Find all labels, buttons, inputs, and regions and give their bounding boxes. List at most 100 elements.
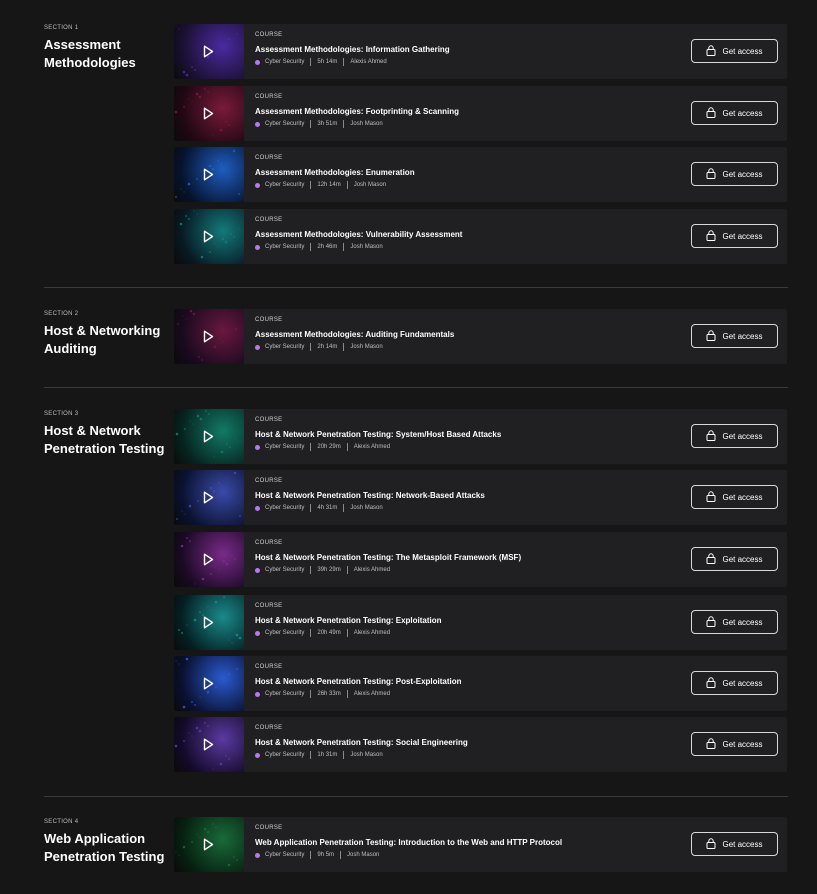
lock-icon	[706, 737, 716, 751]
get-access-button[interactable]: Get access	[691, 162, 778, 186]
course-category: Cyber Security	[265, 444, 305, 450]
meta-separator	[310, 751, 312, 759]
course-thumbnail[interactable]	[174, 595, 244, 650]
course-thumbnail[interactable]	[174, 717, 244, 772]
course-card[interactable]: COURSE Assessment Methodologies: Vulnerab…	[174, 209, 787, 264]
course-card[interactable]: COURSE Host & Network Penetration Testing…	[174, 717, 787, 772]
meta-separator	[310, 443, 312, 451]
course-thumbnail[interactable]	[174, 147, 244, 202]
course-type-label: COURSE	[255, 417, 283, 423]
lock-icon	[706, 490, 716, 504]
course-title[interactable]: Host & Network Penetration Testing: Post…	[255, 677, 667, 686]
course-duration: 20h 49m	[317, 630, 341, 636]
get-access-label: Get access	[722, 492, 763, 502]
course-title[interactable]: Assessment Methodologies: Auditing Funda…	[255, 330, 667, 339]
course-category: Cyber Security	[265, 630, 305, 636]
course-author: Josh Mason	[353, 182, 387, 188]
section-title: Host & Network Penetration Testing	[44, 423, 165, 456]
get-access-button[interactable]: Get access	[691, 324, 778, 348]
lock-icon	[706, 837, 716, 851]
get-access-button[interactable]: Get access	[691, 610, 778, 634]
get-access-button[interactable]: Get access	[691, 832, 778, 856]
get-access-button[interactable]: Get access	[691, 224, 778, 248]
course-thumbnail[interactable]	[174, 656, 244, 711]
course-info: COURSE Host & Network Penetration Testing…	[255, 540, 667, 574]
course-card[interactable]: COURSE Assessment Methodologies: Enumerat…	[174, 147, 787, 202]
course-category: Cyber Security	[265, 852, 305, 858]
play-icon[interactable]	[203, 738, 214, 756]
course-title[interactable]: Web Application Penetration Testing: Int…	[255, 838, 667, 847]
course-title[interactable]: Host & Network Penetration Testing: Expl…	[255, 616, 667, 625]
course-type-label: COURSE	[255, 603, 283, 609]
get-access-label: Get access	[722, 431, 763, 441]
course-type-label: COURSE	[255, 664, 283, 670]
play-icon[interactable]	[203, 616, 214, 634]
get-access-label: Get access	[722, 231, 763, 241]
play-icon[interactable]	[203, 553, 214, 571]
play-icon[interactable]	[203, 168, 214, 186]
course-title[interactable]: Assessment Methodologies: Vulnerability …	[255, 230, 667, 239]
course-thumbnail[interactable]	[174, 817, 244, 872]
course-info: COURSE Host & Network Penetration Testing…	[255, 417, 667, 451]
course-thumbnail[interactable]	[174, 24, 244, 79]
category-dot-icon	[255, 182, 260, 188]
course-author: Josh Mason	[350, 244, 383, 250]
course-title[interactable]: Assessment Methodologies: Information Ga…	[255, 45, 667, 54]
course-meta: Cyber Security 20h 49m Alexis Ahmed	[255, 629, 667, 637]
get-access-button[interactable]: Get access	[691, 732, 778, 756]
get-access-button[interactable]: Get access	[691, 547, 778, 571]
play-icon[interactable]	[203, 491, 214, 509]
course-thumbnail[interactable]	[174, 209, 244, 264]
course-title[interactable]: Assessment Methodologies: Footprinting &…	[255, 107, 667, 116]
course-title[interactable]: Host & Network Penetration Testing: The …	[255, 553, 667, 562]
category-dot-icon	[255, 344, 260, 350]
course-card[interactable]: COURSE Assessment Methodologies: Informat…	[174, 24, 787, 79]
play-icon[interactable]	[203, 677, 214, 695]
course-meta: Cyber Security 2h 46m Josh Mason	[255, 243, 667, 251]
get-access-button[interactable]: Get access	[691, 101, 778, 125]
course-duration: 3h 51m	[317, 121, 338, 127]
play-icon[interactable]	[203, 330, 214, 348]
get-access-button[interactable]: Get access	[691, 39, 778, 63]
course-card[interactable]: COURSE Host & Network Penetration Testing…	[174, 532, 787, 587]
course-thumbnail[interactable]	[174, 532, 244, 587]
course-category: Cyber Security	[265, 182, 305, 188]
course-type-label: COURSE	[255, 478, 283, 484]
play-icon[interactable]	[203, 107, 214, 125]
course-type-label: COURSE	[255, 217, 283, 223]
course-card[interactable]: COURSE Host & Network Penetration Testing…	[174, 595, 787, 650]
course-duration: 2h 46m	[317, 244, 338, 250]
course-author: Alexis Ahmed	[350, 59, 387, 65]
course-card[interactable]: COURSE Assessment Methodologies: Footprin…	[174, 86, 787, 141]
get-access-button[interactable]: Get access	[691, 424, 778, 448]
course-title[interactable]: Host & Network Penetration Testing: Netw…	[255, 491, 667, 500]
course-thumbnail[interactable]	[174, 86, 244, 141]
course-thumbnail[interactable]	[174, 309, 244, 364]
course-card[interactable]: COURSE Host & Network Penetration Testing…	[174, 470, 787, 525]
course-card[interactable]: COURSE Web Application Penetration Testin…	[174, 817, 787, 872]
course-title[interactable]: Host & Network Penetration Testing: Syst…	[255, 430, 667, 439]
course-thumbnail[interactable]	[174, 470, 244, 525]
play-icon[interactable]	[203, 430, 214, 448]
course-card[interactable]: COURSE Assessment Methodologies: Auditing…	[174, 309, 787, 364]
course-card[interactable]: COURSE Host & Network Penetration Testing…	[174, 656, 787, 711]
course-thumbnail[interactable]	[174, 409, 244, 464]
play-icon[interactable]	[203, 45, 214, 63]
get-access-button[interactable]: Get access	[691, 485, 778, 509]
course-category: Cyber Security	[265, 59, 305, 65]
course-title[interactable]: Host & Network Penetration Testing: Soci…	[255, 738, 667, 747]
course-info: COURSE Host & Network Penetration Testing…	[255, 664, 667, 698]
course-title[interactable]: Assessment Methodologies: Enumeration	[255, 168, 667, 177]
meta-separator	[310, 690, 312, 698]
course-type-label: COURSE	[255, 540, 283, 546]
lock-icon	[706, 167, 716, 181]
play-icon[interactable]	[203, 838, 214, 856]
category-dot-icon	[255, 121, 260, 127]
section-header: SECTION 4 Web Application Penetration Tes…	[44, 819, 169, 866]
course-card[interactable]: COURSE Host & Network Penetration Testing…	[174, 409, 787, 464]
course-author: Josh Mason	[350, 121, 383, 127]
get-access-button[interactable]: Get access	[691, 671, 778, 695]
course-duration: 1h 31m	[317, 752, 338, 758]
course-info: COURSE Host & Network Penetration Testing…	[255, 478, 667, 512]
play-icon[interactable]	[203, 230, 214, 248]
